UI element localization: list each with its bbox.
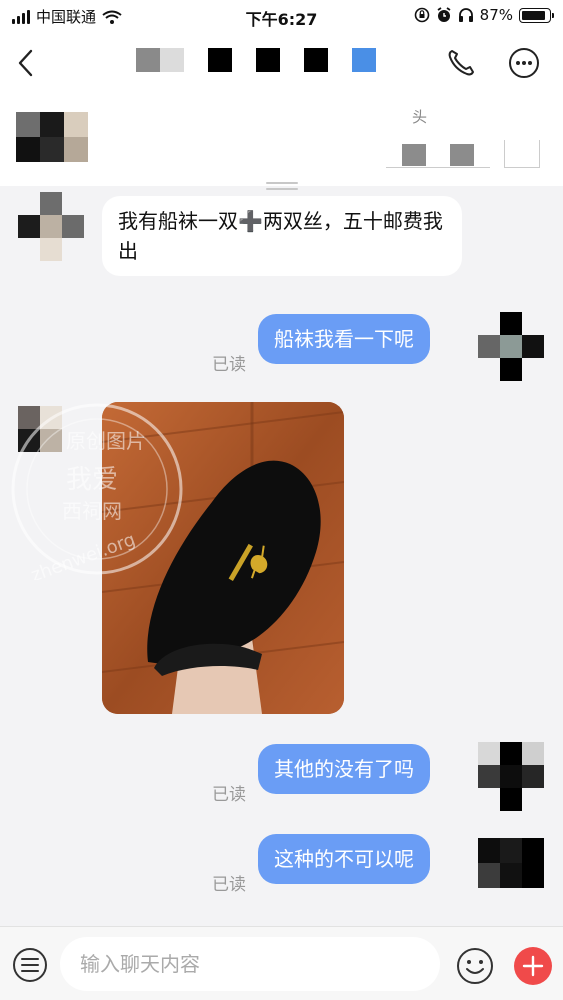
alarm-icon	[437, 7, 451, 22]
contact-profile-card[interactable]: 头	[0, 94, 563, 190]
chat-header	[0, 32, 563, 94]
contact-avatar-redacted[interactable]	[18, 192, 84, 262]
message-bubble-outgoing[interactable]: 这种的不可以呢	[258, 834, 430, 884]
battery-percent: 87%	[479, 6, 513, 24]
profile-info-redacted	[386, 140, 490, 168]
contact-avatar-redacted	[16, 112, 88, 162]
menu-lines-icon[interactable]	[12, 947, 48, 983]
svg-text:我爱: 我爱	[66, 465, 118, 495]
plus-icon	[522, 955, 544, 977]
more-options-icon[interactable]	[508, 47, 540, 79]
profile-info-redacted	[504, 140, 540, 168]
collapse-handle[interactable]	[266, 182, 298, 196]
watermark-stamp: 原创图片 我爱 西祠网 zhenwei.org	[11, 403, 183, 580]
add-attachment-button[interactable]	[514, 947, 552, 985]
message-input[interactable]: 输入聊天内容	[60, 937, 440, 991]
read-receipt: 已读	[212, 785, 246, 805]
read-receipt: 已读	[212, 355, 246, 375]
phone-call-icon[interactable]	[446, 48, 476, 78]
message-bubble-outgoing[interactable]: 其他的没有了吗	[258, 744, 430, 794]
message-bubble-outgoing[interactable]: 船袜我看一下呢	[258, 314, 430, 364]
battery-icon	[519, 7, 554, 23]
my-avatar-redacted[interactable]	[478, 312, 544, 382]
my-avatar-redacted[interactable]	[478, 838, 544, 908]
headphones-icon	[458, 8, 473, 22]
profile-tag: 头	[412, 108, 428, 126]
emoji-icon[interactable]	[456, 947, 494, 985]
chat-input-bar: 输入聊天内容	[0, 926, 563, 1000]
contact-name-redacted	[136, 48, 376, 72]
read-receipt: 已读	[212, 875, 246, 895]
message-bubble-incoming[interactable]: 我有船袜一双➕两双丝，五十邮费我出	[102, 196, 462, 276]
rotation-lock-icon	[414, 7, 429, 23]
svg-text:西祠网: 西祠网	[62, 499, 122, 523]
svg-text:原创图片: 原创图片	[66, 429, 146, 453]
my-avatar-redacted[interactable]	[478, 742, 544, 812]
back-chevron-icon[interactable]	[14, 48, 38, 78]
status-bar: 中国联通 下午6:27 87%	[0, 0, 563, 32]
